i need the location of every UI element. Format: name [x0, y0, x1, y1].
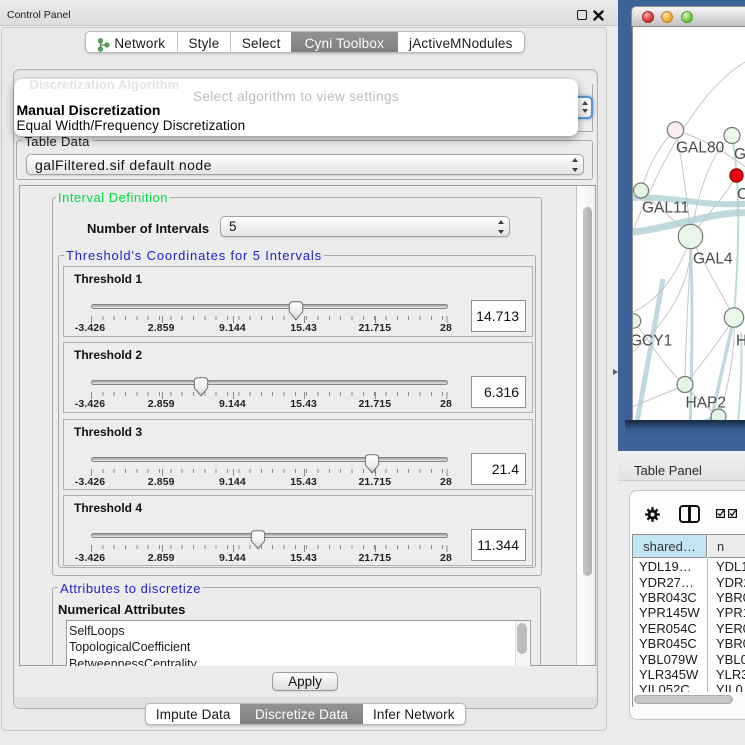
svg-text:GCY1: GCY1 [633, 333, 672, 350]
svg-text:GA: GA [734, 146, 745, 163]
svg-text:HAP2: HAP2 [686, 395, 727, 412]
svg-text:C: C [737, 186, 745, 203]
svg-text:H: H [736, 333, 745, 350]
svg-text:GAL80: GAL80 [676, 140, 725, 157]
svg-text:GAL11: GAL11 [642, 200, 689, 217]
svg-text:GAL4: GAL4 [693, 251, 733, 268]
